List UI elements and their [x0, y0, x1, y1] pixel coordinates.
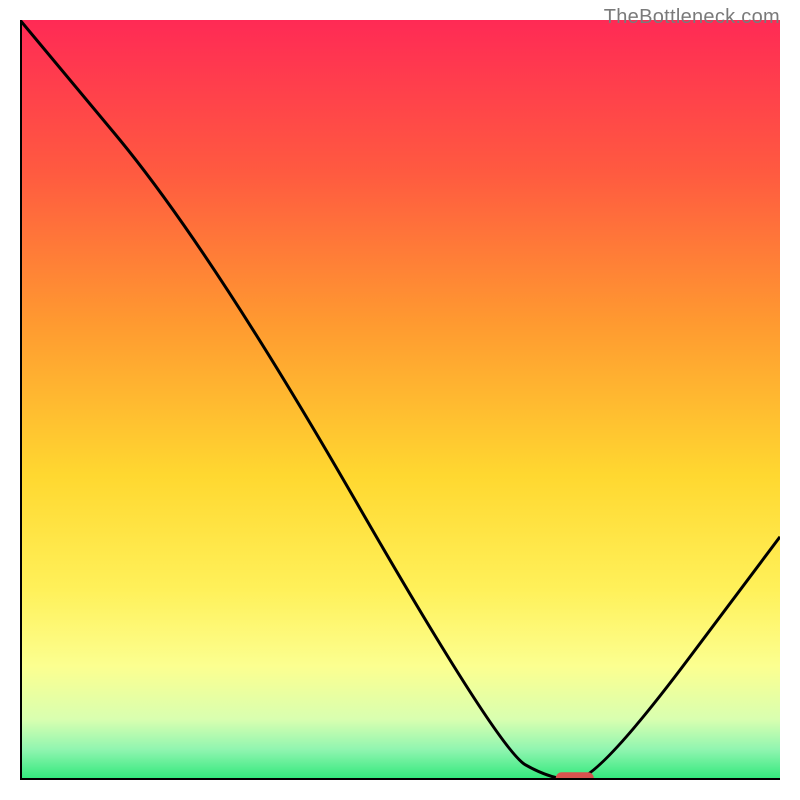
watermark-text: TheBottleneck.com [604, 6, 780, 29]
chart-svg [20, 20, 780, 780]
bottleneck-chart [20, 20, 780, 780]
plot-background [20, 20, 780, 780]
